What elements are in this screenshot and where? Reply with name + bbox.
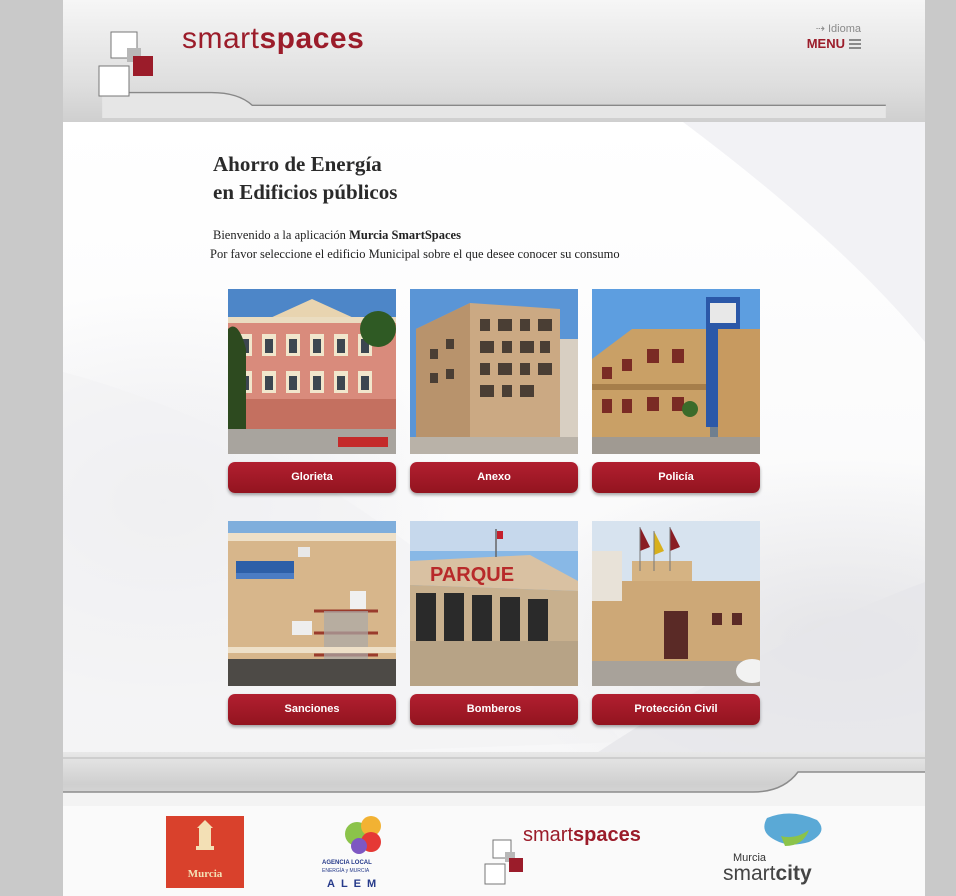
alem-logo[interactable]: AGENCIA LOCAL ENERGÍA y MURCIA ALEM bbox=[313, 812, 413, 892]
idioma-link[interactable]: ⇢ Idioma bbox=[807, 22, 861, 35]
footer-wave-band bbox=[63, 752, 925, 806]
murcia-smartcity-logo[interactable]: Murcia smartcity bbox=[719, 810, 839, 894]
sanciones-building-photo[interactable] bbox=[228, 521, 396, 686]
smartspaces-footer-text: smartspaces bbox=[523, 824, 641, 846]
building-button-policia[interactable]: Policía bbox=[592, 462, 760, 493]
smartcity-leaf-icon bbox=[764, 813, 822, 846]
language-icon: ⇢ bbox=[815, 23, 825, 35]
building-card-anexo[interactable]: Anexo bbox=[410, 289, 578, 493]
alem-line-2: ENERGÍA y MURCIA bbox=[322, 868, 370, 874]
menu-label: MENU bbox=[806, 36, 845, 51]
menu-button[interactable]: MENU bbox=[807, 36, 861, 51]
crown-crest-icon bbox=[196, 820, 214, 850]
building-card-bomberos[interactable]: PARQUE Bomberos bbox=[410, 521, 578, 725]
smartspaces-footer-logo[interactable]: smartspaces bbox=[483, 822, 683, 894]
menu-area: ⇢ Idioma MENU bbox=[807, 22, 861, 53]
alem-line-1: AGENCIA LOCAL bbox=[322, 860, 372, 866]
policia-building-photo[interactable] bbox=[592, 289, 760, 454]
page-title: Ahorro de Energía en Edificios públicos bbox=[213, 152, 398, 204]
alem-circles-icon bbox=[345, 816, 381, 854]
building-button-glorieta[interactable]: Glorieta bbox=[228, 462, 396, 493]
murcia-logo-text: Murcia bbox=[187, 868, 223, 880]
building-card-policia[interactable]: Policía bbox=[592, 289, 760, 493]
main-content: Ahorro de Energía en Edificios públicos … bbox=[63, 122, 925, 762]
intro-text: Bienvenido a la aplicación Murcia SmartS… bbox=[210, 228, 620, 261]
smartspaces-footer-mark-icon bbox=[484, 839, 523, 885]
building-button-anexo[interactable]: Anexo bbox=[410, 462, 578, 493]
building-button-bomberos[interactable]: Bomberos bbox=[410, 694, 578, 725]
building-card-sanciones[interactable]: Sanciones bbox=[228, 521, 396, 725]
smartcity-text: smartcity bbox=[723, 862, 812, 885]
site-footer: Murcia AGENCIA LOCAL ENERGÍA y MURCIA AL… bbox=[63, 806, 925, 896]
ayuntamiento-murcia-logo[interactable]: Murcia bbox=[166, 816, 244, 888]
building-card-glorieta[interactable]: Glorieta bbox=[228, 289, 396, 493]
svg-text:PARQUE: PARQUE bbox=[430, 564, 514, 586]
anexo-building-photo[interactable] bbox=[410, 289, 578, 454]
bomberos-building-photo[interactable]: PARQUE bbox=[410, 521, 578, 686]
glorieta-building-photo[interactable] bbox=[228, 289, 396, 454]
alem-line-3: ALEM bbox=[327, 878, 383, 890]
building-card-proteccion-civil[interactable]: Protección Civil bbox=[592, 521, 760, 725]
smartspaces-logo-text: smartspaces bbox=[182, 22, 365, 55]
building-button-proteccion-civil[interactable]: Protección Civil bbox=[592, 694, 760, 725]
site-header: smartspaces ⇢ Idioma MENU bbox=[63, 0, 925, 122]
smartspaces-logo-mark-icon bbox=[98, 31, 153, 97]
page: smartspaces ⇢ Idioma MENU Ahorro de Ener… bbox=[63, 0, 925, 896]
app-name: Murcia SmartSpaces bbox=[349, 228, 461, 242]
building-button-sanciones[interactable]: Sanciones bbox=[228, 694, 396, 725]
proteccion-civil-building-photo[interactable] bbox=[592, 521, 760, 686]
hamburger-icon bbox=[849, 37, 861, 51]
smartspaces-logo[interactable]: smartspaces bbox=[97, 20, 397, 100]
